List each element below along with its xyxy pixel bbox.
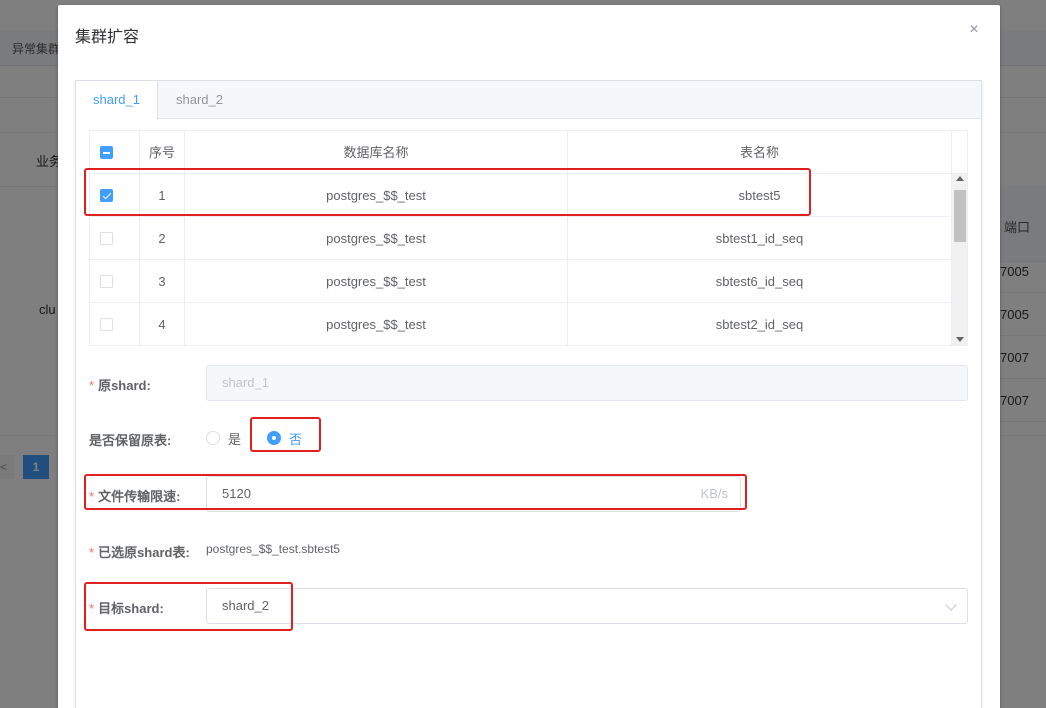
keep-table-label: 是否保留原表: [89, 433, 172, 448]
row-table-name: sbtest1_id_seq [568, 217, 952, 260]
radio-no-label: 否 [289, 432, 303, 447]
tabs-header: shard_1 shard_2 [75, 81, 981, 120]
rate-limit-unit: KB/s [700, 486, 728, 501]
row-index: 4 [140, 303, 185, 345]
required-mark: * [89, 601, 95, 616]
rate-limit-label-text: 文件传输限速: [98, 489, 181, 504]
row-db-name: postgres_$$_test [185, 303, 568, 345]
header-select-cell [90, 131, 140, 174]
table-row[interactable]: 2 postgres_$$_test sbtest1_id_seq [90, 217, 952, 260]
select-all-checkbox[interactable] [100, 146, 113, 159]
selected-table-label-text: 已选原shard表: [98, 545, 190, 560]
rate-limit-value: 5120 [222, 486, 251, 501]
selected-table-value: postgres_$$_test.sbtest5 [206, 542, 341, 556]
shard-tabs: shard_1 shard_2 序号 数据库名称 表名称 1 postgres_… [75, 80, 982, 708]
row-select-cell [90, 260, 140, 303]
row-checkbox[interactable] [100, 232, 113, 245]
table-scrollbar[interactable] [952, 174, 967, 345]
row-db-name: postgres_$$_test [185, 260, 568, 303]
radio-no-dot[interactable] [267, 431, 281, 445]
expand-cluster-dialog: 集群扩容 × shard_1 shard_2 序号 数据库名称 表名称 1 po… [58, 5, 1000, 708]
tab-shard-2[interactable]: shard_2 [158, 81, 241, 119]
row-index: 1 [140, 174, 185, 217]
radio-yes-dot[interactable] [206, 431, 220, 445]
row-db-name: postgres_$$_test [185, 217, 568, 260]
radio-yes-label: 是 [228, 432, 242, 447]
row-db-name: postgres_$$_test [185, 174, 568, 217]
row-table-name: sbtest6_id_seq [568, 260, 952, 303]
row-select-cell [90, 303, 140, 345]
dialog-title: 集群扩容 [75, 29, 140, 46]
row-checkbox[interactable] [100, 189, 113, 202]
row-select-cell [90, 217, 140, 260]
header-index: 序号 [140, 131, 185, 174]
source-shard-input: shard_1 [206, 365, 968, 401]
row-index: 3 [140, 260, 185, 303]
table-row[interactable]: 4 postgres_$$_test sbtest2_id_seq [90, 303, 952, 345]
table-list: 序号 数据库名称 表名称 1 postgres_$$_test sbtest5 … [89, 130, 968, 346]
required-mark: * [89, 545, 95, 560]
scroll-gutter [952, 131, 967, 174]
row-select-cell [90, 174, 140, 217]
header-table-name: 表名称 [568, 131, 952, 174]
row-table-name: sbtest5 [568, 174, 952, 217]
table-header: 序号 数据库名称 表名称 [90, 131, 952, 174]
tab-shard-1[interactable]: shard_1 [75, 81, 158, 120]
target-shard-value: shard_2 [222, 598, 269, 613]
row-index: 2 [140, 217, 185, 260]
table-row[interactable]: 3 postgres_$$_test sbtest6_id_seq [90, 260, 952, 303]
scroll-thumb[interactable] [954, 190, 966, 242]
required-mark: * [89, 489, 95, 504]
target-shard-select[interactable]: shard_2 [206, 588, 968, 624]
selected-table-label: * 已选原shard表: [89, 542, 190, 561]
required-mark: * [89, 378, 95, 393]
rate-limit-label: * 文件传输限速: [89, 486, 180, 505]
table-row[interactable]: 1 postgres_$$_test sbtest5 [90, 174, 952, 217]
header-db-name: 数据库名称 [185, 131, 568, 174]
chevron-down-icon[interactable] [945, 599, 957, 611]
source-shard-label: * 原shard: [89, 375, 151, 394]
source-shard-label-text: 原shard: [98, 378, 151, 393]
row-checkbox[interactable] [100, 275, 113, 288]
scroll-down-arrow[interactable] [956, 337, 964, 342]
scroll-up-arrow[interactable] [956, 176, 964, 181]
target-shard-label: * 目标shard: [89, 598, 164, 617]
target-shard-label-text: 目标shard: [98, 601, 164, 616]
row-table-name: sbtest2_id_seq [568, 303, 952, 345]
rate-limit-input[interactable]: 5120 KB/s [206, 476, 741, 512]
row-checkbox[interactable] [100, 318, 113, 331]
close-icon[interactable]: × [966, 22, 982, 38]
keep-table-radio-group: 是 否 [206, 429, 406, 449]
